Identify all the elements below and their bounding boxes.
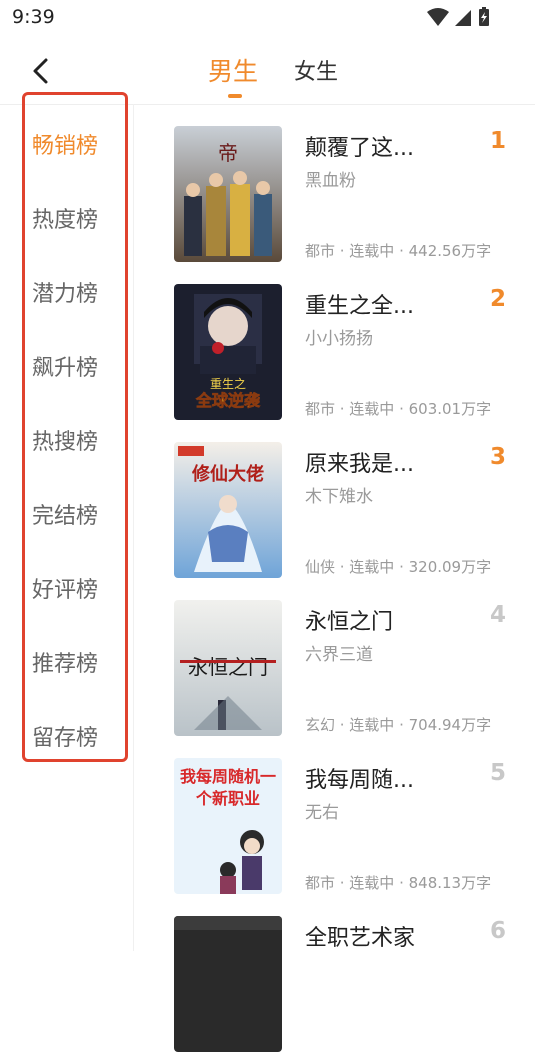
book-author: 无右: [305, 803, 339, 823]
rank-number: 5: [489, 760, 506, 786]
book-item[interactable]: 永恒之门 永恒之门 六界三道 玄幻 · 连载中 · 704.94万字 4: [134, 578, 535, 736]
book-meta: 都市 · 连载中 · 603.01万字: [305, 400, 492, 418]
book-title: 重生之全...: [305, 294, 414, 319]
tab-male[interactable]: 男生: [208, 52, 258, 88]
book-title: 原来我是...: [305, 452, 414, 477]
book-item[interactable]: 全职艺术家 6: [134, 894, 535, 1052]
status-bar: 9:39: [0, 0, 535, 36]
book-item[interactable]: 帝 颠覆了这... 黑血粉 都市 · 连载中 · 442.56万字 1: [134, 104, 535, 262]
book-item[interactable]: 重生之 全球逆袭 重生之全... 小小扬扬 都市 · 连载中 · 603.01万…: [134, 262, 535, 420]
book-meta: 仙侠 · 连载中 · 320.09万字: [305, 558, 492, 576]
book-title: 颠覆了这...: [305, 136, 414, 161]
rank-number: 1: [489, 128, 506, 154]
book-item[interactable]: 我每周随机一个新职业 我每周随... 无右 都市 · 连载中 · 848.13万…: [134, 736, 535, 894]
rank-number: 2: [489, 286, 506, 312]
status-icons: [425, 6, 495, 32]
book-cover: 帝: [174, 126, 282, 262]
book-author: 黑血粉: [305, 171, 356, 191]
book-meta: 都市 · 连载中 · 848.13万字: [305, 874, 492, 892]
book-item[interactable]: 修仙大佬 原来我是... 木下雉水 仙侠 · 连载中 · 320.09万字 3: [134, 420, 535, 578]
book-meta: 都市 · 连载中 · 442.56万字: [305, 242, 492, 260]
book-cover: [174, 916, 282, 1052]
tab-female[interactable]: 女生: [294, 54, 338, 86]
svg-text:全球逆袭: 全球逆袭: [195, 391, 261, 410]
book-cover: 重生之 全球逆袭: [174, 284, 282, 420]
book-title: 全职艺术家: [305, 926, 416, 951]
active-tab-indicator: [228, 94, 242, 98]
rank-number: 6: [489, 918, 506, 944]
book-meta: 玄幻 · 连载中 · 704.94万字: [305, 716, 492, 734]
status-time: 9:39: [12, 6, 55, 28]
svg-text:重生之: 重生之: [210, 377, 246, 391]
book-author: 六界三道: [305, 645, 373, 665]
wifi-signal-battery-icon: [427, 7, 489, 26]
chevron-left-icon: [33, 58, 48, 84]
book-title: 永恒之门: [305, 610, 394, 635]
book-author: 木下雉水: [305, 487, 373, 507]
book-cover: 修仙大佬: [174, 442, 282, 578]
svg-text:永恒之门: 永恒之门: [188, 655, 268, 679]
back-button[interactable]: [28, 54, 58, 88]
book-title: 我每周随...: [305, 768, 414, 793]
svg-text:帝: 帝: [218, 141, 238, 165]
book-author: 小小扬扬: [305, 329, 373, 349]
book-cover: 永恒之门: [174, 600, 282, 736]
sidebar-highlight-box: [22, 92, 128, 762]
rank-number: 3: [489, 444, 506, 470]
svg-text:修仙大佬: 修仙大佬: [191, 463, 264, 485]
rank-number: 4: [489, 602, 506, 628]
book-cover: 我每周随机一个新职业: [174, 758, 282, 894]
